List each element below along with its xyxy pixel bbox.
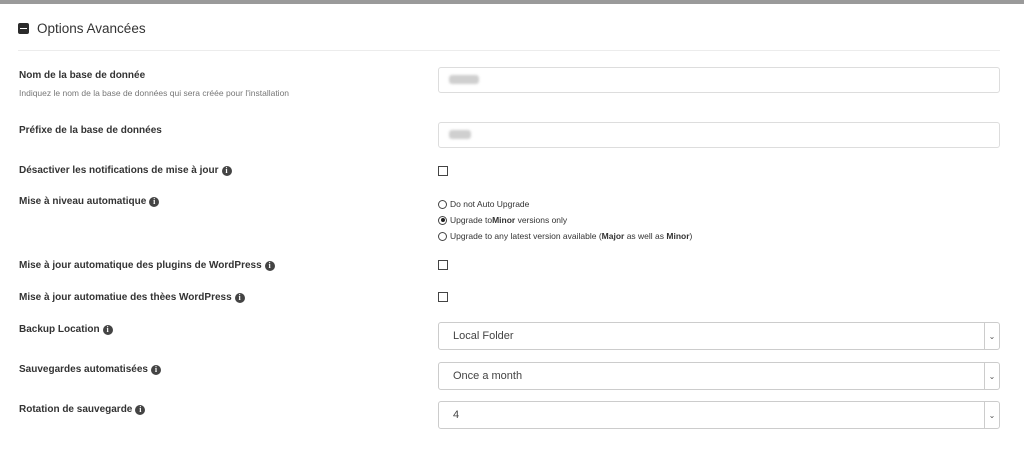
auto-upgrade-label: Mise à niveau automatique i	[19, 196, 160, 207]
backup-rotation-label: Rotation de sauvegarde i	[19, 404, 146, 415]
section-header[interactable]: Options Avancées	[18, 18, 146, 38]
collapse-icon[interactable]	[18, 22, 29, 34]
radio-button[interactable]	[438, 231, 447, 241]
auto-themes-checkbox[interactable]	[438, 292, 448, 302]
info-icon[interactable]: i	[150, 364, 161, 375]
chevron-down-icon[interactable]: ⌄	[984, 402, 999, 428]
redacted-value	[449, 130, 471, 139]
radio-button[interactable]	[438, 199, 447, 209]
chevron-down-icon[interactable]: ⌄	[984, 363, 999, 389]
radio-button[interactable]	[438, 215, 447, 225]
radio-no-auto-upgrade[interactable]: Do not Auto Upgrade	[438, 199, 529, 209]
auto-backups-label: Sauvegardes automatisées i	[19, 364, 161, 375]
section-divider	[18, 50, 1000, 51]
auto-plugins-checkbox[interactable]	[438, 260, 448, 270]
info-icon[interactable]: i	[221, 165, 232, 176]
info-icon[interactable]: i	[264, 260, 275, 271]
auto-plugins-label: Mise à jour automatique des plugins de W…	[19, 260, 275, 271]
backup-rotation-select[interactable]: 4 ⌄	[438, 401, 1000, 429]
db-prefix-label: Préfixe de la base de données	[19, 125, 162, 136]
disable-notifications-checkbox[interactable]	[438, 166, 448, 176]
disable-notifications-label: Désactiver les notifications de mise à j…	[19, 165, 232, 176]
db-prefix-input[interactable]	[438, 122, 1000, 148]
info-icon[interactable]: i	[234, 292, 245, 303]
db-name-help: Indiquez le nom de la base de données qu…	[19, 88, 290, 98]
chevron-down-icon[interactable]: ⌄	[984, 323, 999, 349]
auto-themes-label: Mise à jour automatiue des thèes WordPre…	[19, 292, 245, 303]
redacted-value	[449, 75, 479, 84]
radio-upgrade-minor[interactable]: Upgrade to Minor versions only	[438, 215, 567, 225]
radio-upgrade-any[interactable]: Upgrade to any latest version available …	[438, 231, 692, 241]
db-name-input[interactable]	[438, 67, 1000, 93]
backup-location-select[interactable]: Local Folder ⌄	[438, 322, 1000, 350]
info-icon[interactable]: i	[102, 324, 113, 335]
backup-location-label: Backup Location i	[19, 324, 113, 335]
section-title: Options Avancées	[37, 20, 146, 36]
top-border	[0, 0, 1024, 4]
info-icon[interactable]: i	[135, 404, 146, 415]
auto-backups-select[interactable]: Once a month ⌄	[438, 362, 1000, 390]
db-name-label: Nom de la base de donnée	[19, 70, 146, 81]
info-icon[interactable]: i	[149, 196, 160, 207]
